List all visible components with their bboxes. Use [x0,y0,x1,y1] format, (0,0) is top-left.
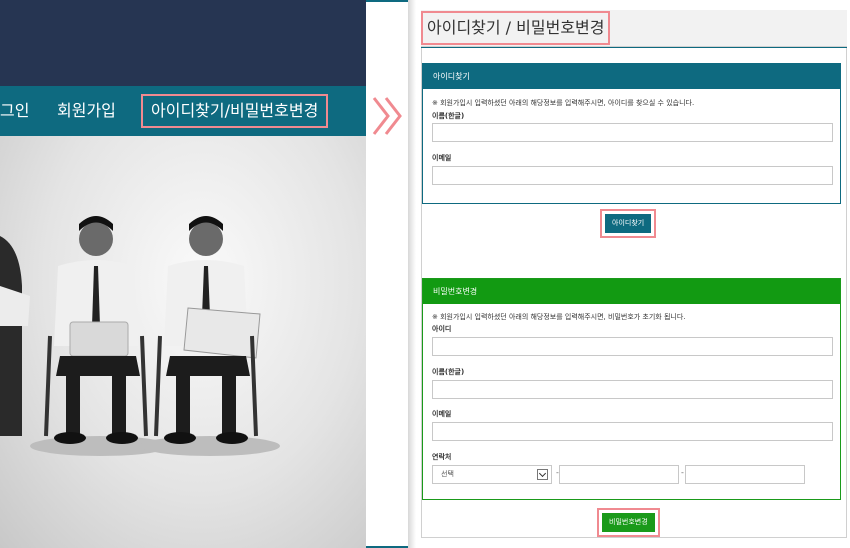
find-id-name-label: 이름(한글) [432,112,465,120]
page-title: 아이디찾기 / 비밀번호변경 [421,11,611,45]
title-divider [421,47,847,48]
reset-pw-phone-label: 연락처 [432,453,452,461]
reset-pw-button[interactable]: 비밀번호변경 [602,513,655,532]
phone-middle-input[interactable] [559,465,679,484]
business-people-photo [0,136,366,548]
find-id-email-label: 이메일 [432,154,452,162]
reset-pw-email-label: 이메일 [432,410,452,418]
chevron-down-icon[interactable] [537,469,548,480]
phone-prefix-value: 선택 [441,470,454,478]
main-nav: 그인 회원가입 아이디찾기/비밀번호변경 [0,86,366,136]
find-id-section: 아이디찾기 ※ 회원가입시 입력하셨던 아래의 해당정보를 입력해주시면, 아이… [422,63,841,204]
find-id-name-input[interactable] [432,123,833,142]
site-preview: 그인 회원가입 아이디찾기/비밀번호변경 [0,0,366,548]
reset-pw-id-input[interactable] [432,337,833,356]
find-id-email-input[interactable] [432,166,833,185]
find-id-button[interactable]: 아이디찾기 [605,214,652,233]
reset-pw-email-input[interactable] [432,422,833,441]
reset-pw-section: 비밀번호변경 ※ 회원가입시 입력하셨던 아래의 해당정보를 입력해주시면, 비… [422,278,841,500]
find-id-button-highlight: 아이디찾기 [600,209,657,238]
phone-separator-2: - [681,468,684,477]
phone-last-input[interactable] [685,465,805,484]
nav-join[interactable]: 회원가입 [57,86,116,136]
nav-find-account[interactable]: 아이디찾기/비밀번호변경 [141,94,329,128]
find-id-header: 아이디찾기 [423,64,840,89]
reset-pw-name-label: 이름(한글) [432,368,465,376]
people-illustration [0,216,280,456]
nav-login[interactable]: 그인 [0,86,29,136]
reset-pw-button-highlight: 비밀번호변경 [597,508,660,537]
panel-shadow [408,0,416,548]
reset-pw-notice: ※ 회원가입시 입력하셨던 아래의 해당정보를 입력해주시면, 비밀번호가 초기… [432,313,686,321]
site-header [0,0,366,86]
double-chevron-right-icon [372,97,402,135]
reset-pw-id-label: 아이디 [432,325,452,333]
phone-prefix-select[interactable]: 선택 [432,465,552,484]
reset-pw-name-input[interactable] [432,380,833,399]
reset-pw-header: 비밀번호변경 [423,279,840,304]
page-title-bar: 아이디찾기 / 비밀번호변경 [421,10,847,47]
find-id-notice: ※ 회원가입시 입력하셨던 아래의 해당정보를 입력해주시면, 아이디를 찾으실… [432,99,695,107]
